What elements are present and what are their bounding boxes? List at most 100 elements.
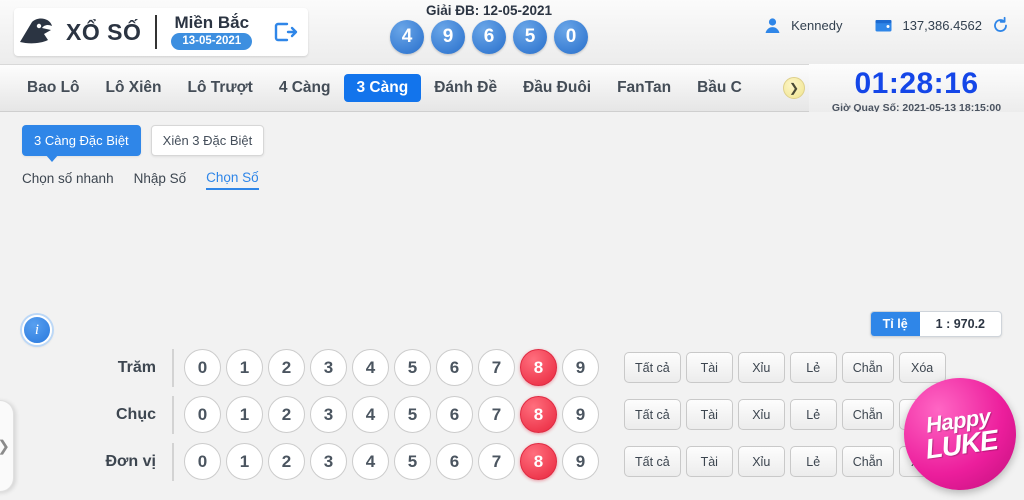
nav-item-bao-lo[interactable]: Bao Lô — [14, 74, 93, 102]
action-tai[interactable]: Tài — [685, 446, 733, 477]
digit-0[interactable]: 0 — [184, 443, 221, 480]
content-area: 3 Càng Đặc Biệt Xiên 3 Đặc Biệt Chọn số … — [0, 112, 1024, 500]
digit-9[interactable]: 9 — [562, 349, 599, 386]
nav-scroll-right-icon[interactable]: ❯ — [783, 77, 805, 99]
prize-ball: 0 — [554, 20, 588, 54]
nav-item-4-cang[interactable]: 4 Càng — [266, 74, 344, 102]
table-row: Trăm 0 1 2 3 4 5 6 7 8 9 Tất cả Tài Xỉu … — [0, 344, 1024, 391]
action-tai[interactable]: Tài — [685, 352, 733, 383]
digit-3[interactable]: 3 — [310, 349, 347, 386]
prize-ball: 4 — [390, 20, 424, 54]
nav-items: Bao Lô Lô Xiên Lô Trượt 4 Càng 3 Càng Đá… — [0, 74, 755, 102]
rate-badge: Tỉ lệ 1 : 970.2 — [869, 311, 1002, 337]
nav-item-bau-cua[interactable]: Bầu C — [684, 74, 755, 102]
action-le[interactable]: Lẻ — [789, 352, 837, 383]
mode-tab-chon-so-nhanh[interactable]: Chọn số nhanh — [22, 171, 114, 189]
digit-8[interactable]: 8 — [520, 396, 557, 433]
logo-line-2: LUKE — [923, 423, 1000, 465]
nav-item-lo-truot[interactable]: Lô Trượt — [175, 74, 266, 102]
mode-tab-chon-so[interactable]: Chọn Số — [206, 170, 259, 190]
action-le[interactable]: Lẻ — [789, 446, 837, 477]
action-xoa[interactable]: Xóa — [898, 352, 946, 383]
digit-4[interactable]: 4 — [352, 349, 389, 386]
digit-8[interactable]: 8 — [520, 349, 557, 386]
digit-9[interactable]: 9 — [562, 396, 599, 433]
digit-4[interactable]: 4 — [352, 396, 389, 433]
digit-5[interactable]: 5 — [394, 443, 431, 480]
refresh-icon[interactable] — [991, 16, 1010, 35]
mode-tab-nhap-so[interactable]: Nhập Số — [134, 171, 187, 189]
prize-ball: 6 — [472, 20, 506, 54]
logout-icon[interactable] — [272, 19, 298, 45]
digit-1[interactable]: 1 — [226, 443, 263, 480]
digit-7[interactable]: 7 — [478, 349, 515, 386]
digit-6[interactable]: 6 — [436, 443, 473, 480]
sidebar-expand-tab[interactable]: ❯ — [0, 400, 14, 492]
action-tat-ca[interactable]: Tất cả — [624, 352, 681, 383]
digit-group-tram: 0 1 2 3 4 5 6 7 8 9 — [174, 349, 599, 386]
action-tat-ca[interactable]: Tất cả — [624, 399, 681, 430]
digit-2[interactable]: 2 — [268, 349, 305, 386]
username[interactable]: Kennedy — [791, 18, 842, 33]
info-icon[interactable]: i — [22, 315, 52, 345]
digit-6[interactable]: 6 — [436, 349, 473, 386]
digit-7[interactable]: 7 — [478, 443, 515, 480]
prize-numbers: 4 9 6 5 0 — [390, 20, 588, 54]
region-date: 13-05-2021 — [171, 32, 253, 51]
row-label-chuc: Chục — [116, 405, 156, 423]
digit-3[interactable]: 3 — [310, 443, 347, 480]
digit-1[interactable]: 1 — [226, 396, 263, 433]
digit-7[interactable]: 7 — [478, 396, 515, 433]
digit-group-don-vi: 0 1 2 3 4 5 6 7 8 9 — [174, 443, 599, 480]
countdown-clock: 01:28:16 Giờ Quay Số: 2021-05-13 18:15:0… — [809, 64, 1024, 118]
nav-item-dau-duoi[interactable]: Đầu Đuôi — [510, 74, 604, 102]
digit-1[interactable]: 1 — [226, 349, 263, 386]
rate-value: 1 : 970.2 — [935, 317, 985, 331]
digit-2[interactable]: 2 — [268, 443, 305, 480]
tab-3-cang-dac-biet[interactable]: 3 Càng Đặc Biệt — [22, 125, 141, 162]
brand-box: XỔ SỐ Miền Bắc 13-05-2021 — [14, 8, 309, 56]
digit-6[interactable]: 6 — [436, 396, 473, 433]
prize-label: Giải ĐB: 12-05-2021 — [425, 3, 553, 18]
user-icon — [763, 16, 782, 35]
row-label-tram: Trăm — [117, 358, 156, 376]
action-chan[interactable]: Chẵn — [841, 446, 894, 477]
digit-2[interactable]: 2 — [268, 396, 305, 433]
rate-label: Tỉ lệ — [870, 312, 920, 336]
app-header: XỔ SỐ Miền Bắc 13-05-2021 Giải ĐB: 12-05… — [0, 0, 1024, 65]
region-block: Miền Bắc 13-05-2021 — [171, 12, 253, 51]
action-tai[interactable]: Tài — [685, 399, 733, 430]
table-row: Đơn vị 0 1 2 3 4 5 6 7 8 9 Tất cả Tài Xỉ… — [0, 438, 1024, 485]
row-label-don-vi: Đơn vị — [105, 452, 157, 470]
row-actions-chuc: Tất cả Tài Xỉu Lẻ Chẵn Xóa — [624, 399, 946, 430]
number-selection-rows: Trăm 0 1 2 3 4 5 6 7 8 9 Tất cả Tài Xỉu … — [0, 344, 1024, 485]
digit-5[interactable]: 5 — [394, 349, 431, 386]
action-tat-ca[interactable]: Tất cả — [624, 446, 681, 477]
digit-3[interactable]: 3 — [310, 396, 347, 433]
nav-item-3-cang[interactable]: 3 Càng — [343, 74, 422, 102]
digit-group-chuc: 0 1 2 3 4 5 6 7 8 9 — [174, 396, 599, 433]
main-navbar: Bao Lô Lô Xiên Lô Trượt 4 Càng 3 Càng Đá… — [0, 64, 1024, 118]
digit-8[interactable]: 8 — [520, 443, 557, 480]
nav-item-fantan[interactable]: FanTan — [604, 74, 684, 102]
fish-icon — [18, 16, 58, 48]
digit-0[interactable]: 0 — [184, 396, 221, 433]
digit-4[interactable]: 4 — [352, 443, 389, 480]
action-chan[interactable]: Chẵn — [841, 399, 894, 430]
prize-ball: 9 — [431, 20, 465, 54]
region-name: Miền Bắc — [174, 12, 250, 32]
nav-item-danh-de[interactable]: Đánh Đề — [421, 74, 510, 102]
action-le[interactable]: Lẻ — [789, 399, 837, 430]
digit-0[interactable]: 0 — [184, 349, 221, 386]
action-xiu[interactable]: Xỉu — [737, 399, 785, 430]
action-xiu[interactable]: Xỉu — [737, 352, 785, 383]
input-mode-tabs: Chọn số nhanh Nhập Số Chọn Số — [0, 156, 1024, 190]
nav-item-lo-xien[interactable]: Lô Xiên — [93, 74, 175, 102]
digit-5[interactable]: 5 — [394, 396, 431, 433]
action-xiu[interactable]: Xỉu — [737, 446, 785, 477]
tab-xien-3-dac-biet[interactable]: Xiên 3 Đặc Biệt — [150, 125, 265, 156]
digit-9[interactable]: 9 — [562, 443, 599, 480]
wallet-icon — [874, 16, 893, 35]
row-actions-don-vi: Tất cả Tài Xỉu Lẻ Chẵn Xóa — [624, 446, 946, 477]
action-chan[interactable]: Chẵn — [841, 352, 894, 383]
